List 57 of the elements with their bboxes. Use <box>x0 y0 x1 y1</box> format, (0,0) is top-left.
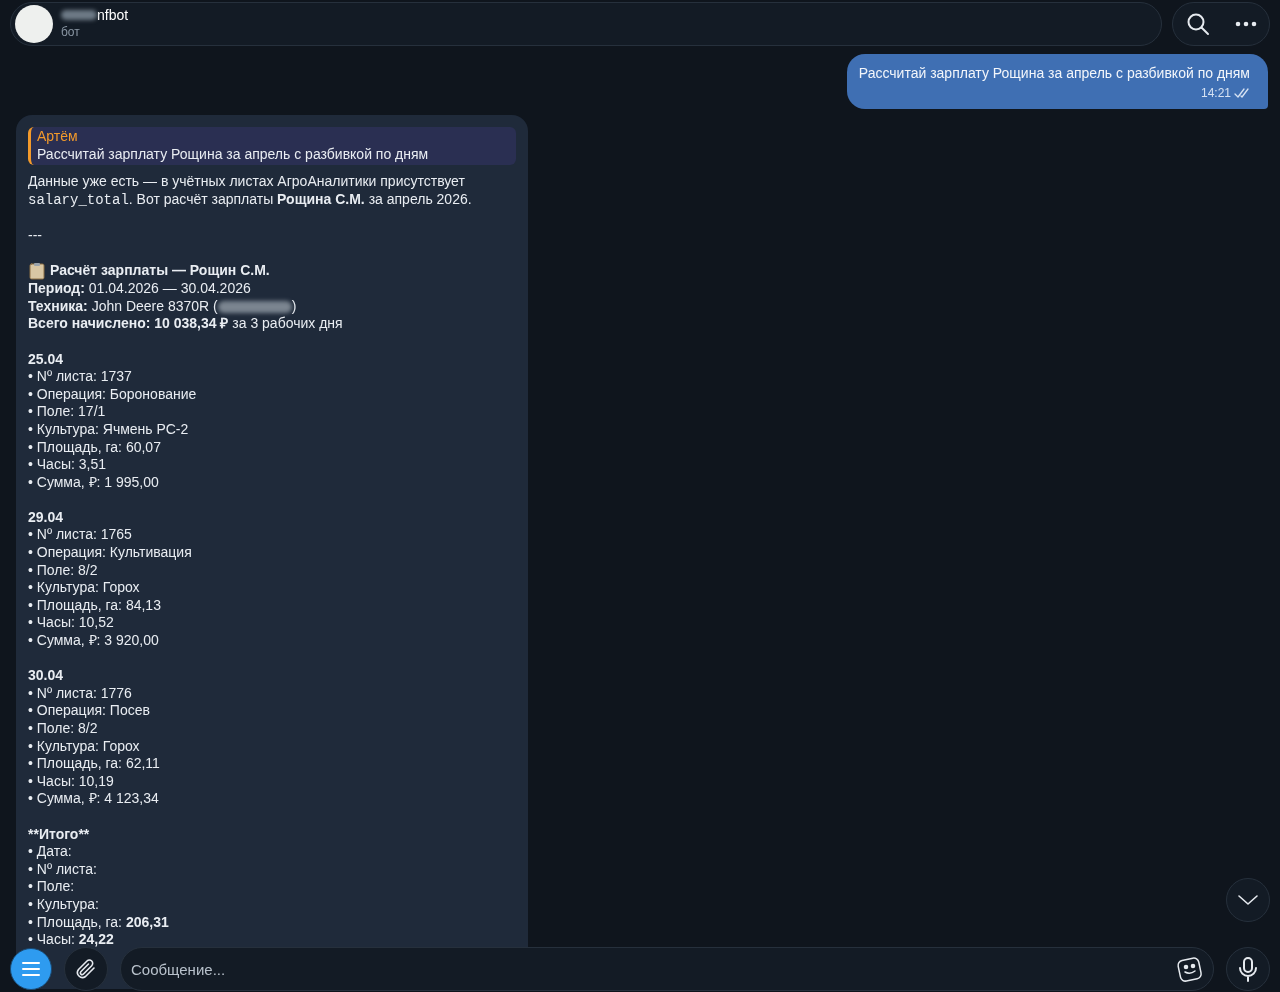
summary-line: Всего начислено: 10 038,34 ₽ за 3 рабочих дня <box>28 315 344 333</box>
day-detail: • Культура: Горох <box>28 737 141 756</box>
redacted-text <box>61 10 97 20</box>
message-text: Данные уже есть — в учётных листах АгроАналитики присутствует salary_total. Вот расчёт зарплаты Рощина С.М. за апрель 2026. <box>28 173 473 210</box>
total-detail: • Поле: <box>28 878 76 896</box>
paperclip-icon <box>74 957 98 981</box>
summary-title: Расчёт зарплаты — Рощин С.М. <box>50 262 270 280</box>
more-icon <box>1234 21 1257 27</box>
day-detail: • Культура: Ячмень РС-2 <box>28 420 190 439</box>
search-icon <box>1185 12 1210 36</box>
total-detail: • Часы: 24,22 <box>28 931 115 949</box>
day-detail: • Площадь, га: 84,13 <box>28 596 162 615</box>
total-detail: • Nº листа: <box>28 860 98 879</box>
summary-line: ) <box>291 297 297 314</box>
summary-line: Период: 01.04.2026 — 30.04.2026 <box>28 280 252 298</box>
total-detail: • Площадь, га: 206,31 <box>28 913 170 932</box>
day-detail: • Nº листа: 1737 <box>28 368 133 386</box>
total-detail: • Дата: <box>28 843 73 861</box>
avatar <box>15 5 53 43</box>
message-time: 14:21 <box>1200 85 1231 102</box>
day-detail: • Площадь, га: 62,11 <box>28 755 161 773</box>
day-detail: • Операция: Культивация <box>28 544 193 562</box>
clipboard-icon <box>28 262 46 281</box>
separator-text: --- <box>28 226 43 245</box>
sticker-icon <box>1176 955 1204 983</box>
day-detail: • Операция: Посев <box>28 702 151 720</box>
day-detail: • Часы: 10,52 <box>28 614 115 633</box>
day-detail: • Часы: 3,51 <box>28 456 107 474</box>
message-text: Рассчитай зарплату Рощина за апрель с разбивкой по дням <box>858 64 1250 83</box>
day-detail: • Сумма, ₽: 1 995,00 <box>28 473 160 492</box>
day-detail: • Операция: Боронование <box>28 385 198 404</box>
scroll-down-button[interactable] <box>1226 878 1270 922</box>
bot-name: nfbot <box>97 7 129 23</box>
day-date: 25.04 <box>28 350 65 369</box>
day-detail: • Сумма, ₽: 4 123,34 <box>28 790 160 808</box>
day-detail: • Часы: 10,19 <box>28 772 115 791</box>
reply-author: Артём <box>37 128 79 146</box>
day-detail: • Поле: 8/2 <box>28 720 99 738</box>
summary-line: Техника: John Deere 8370R ( <box>28 297 218 314</box>
day-detail: • Культура: Горох <box>28 579 141 597</box>
total-title: **Итого** <box>28 825 91 844</box>
day-detail: • Сумма, ₽: 3 920,00 <box>28 632 160 650</box>
day-detail: • Площадь, га: 60,07 <box>28 438 162 457</box>
microphone-icon <box>1238 956 1258 982</box>
day-detail: • Nº листа: 1765 <box>28 526 133 545</box>
total-detail: • Культура: <box>28 895 100 914</box>
day-date: 30.04 <box>28 667 65 685</box>
bot-status: бот <box>61 24 81 41</box>
day-detail: • Поле: 8/2 <box>28 561 99 580</box>
chevron-down-icon <box>1237 894 1259 906</box>
menu-icon <box>21 961 41 977</box>
day-detail: • Nº листа: 1776 <box>28 684 133 703</box>
message-input[interactable]: Сообщение... <box>120 947 1214 991</box>
microphone-button[interactable] <box>1226 947 1270 991</box>
day-date: 29.04 <box>28 508 65 527</box>
day-detail: • Поле: 17/1 <box>28 403 107 421</box>
reply-text: Рассчитай зарплату Рощина за апрель с разбивкой по дням <box>37 145 430 164</box>
